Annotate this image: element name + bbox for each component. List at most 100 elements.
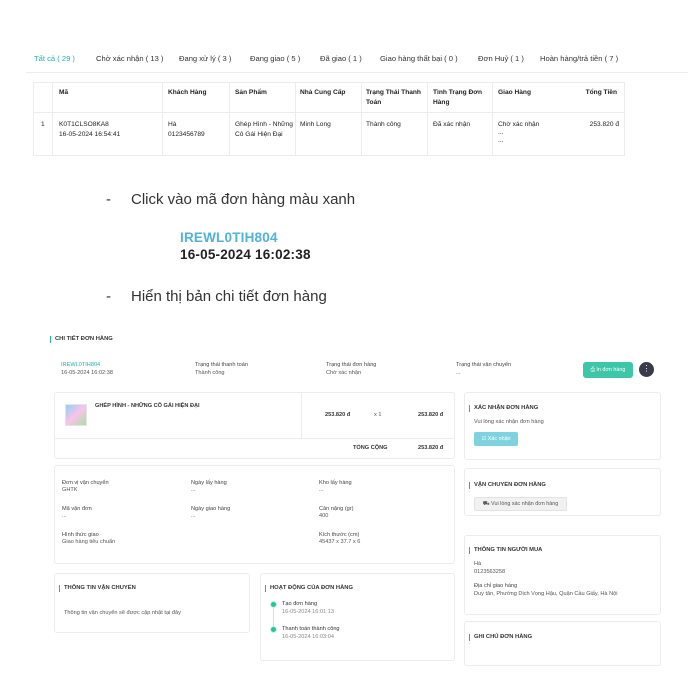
order-note-title: GHI CHÚ ĐƠN HÀNG <box>469 634 532 641</box>
supplier-name: Minh Long <box>300 121 331 128</box>
delivery-date-value: ... <box>191 513 196 519</box>
shipping-method-label: Hình thức giao <box>62 532 99 538</box>
transport-info-card: THÔNG TIN VẬN CHUYỂN Thông tin vận chuyể… <box>54 573 250 633</box>
order-date: 16-05-2024 16:54:41 <box>59 131 121 138</box>
column-header-shipping: Giao Hàng <box>498 89 531 96</box>
line-total: 253.820 đ <box>418 412 444 418</box>
example-order-code: IREWL0TIH804 16-05-2024 16:02:38 <box>180 229 311 263</box>
activity-time: 16-05-2024 16:01:13 <box>282 609 334 615</box>
instruction-step-2: - Hiển thị bản chi tiết đơn hàng <box>106 288 327 305</box>
order-status-value: Chờ xác nhận <box>326 370 362 376</box>
column-header-customer: Khách Hàng <box>168 89 207 96</box>
tab-returned[interactable]: Hoàn hàng/trả tiền ( 7 ) <box>540 54 618 63</box>
confirm-order-hint: Vui lòng xác nhận đơn hàng <box>474 419 544 425</box>
confirm-order-card: XÁC NHẬN ĐƠN HÀNG Vui lòng xác nhận đơn … <box>464 392 661 460</box>
pickup-date-value: ... <box>191 487 196 493</box>
transport-info-title: THÔNG TIN VẬN CHUYỂN <box>59 585 136 592</box>
order-status-label: Trạng thái đơn hàng <box>326 362 377 368</box>
truck-icon: ⛟ <box>482 501 492 507</box>
instruction-step-2-text: Hiển thị bản chi tiết đơn hàng <box>131 288 327 305</box>
delivery-address: Duy tân, Phường Dịch Vọng Hậu, Quận Cầu … <box>474 591 618 597</box>
order-total: 253.820 đ <box>589 121 619 128</box>
instruction-step-1-text: Click vào mã đơn hàng màu xanh <box>131 191 356 208</box>
timeline-dot <box>270 626 277 633</box>
activity-label: Thanh toán thành công <box>282 626 340 632</box>
detail-order-date: 16-05-2024 16:02:38 <box>61 370 113 376</box>
column-header-supplier: Nhà Cung Cấp <box>300 89 346 96</box>
customer-phone: 0123456789 <box>168 131 205 138</box>
tab-all[interactable]: Tất cả ( 29 ) <box>34 54 75 63</box>
tab-pending[interactable]: Chờ xác nhận ( 13 ) <box>96 54 163 63</box>
carrier-value: GHTK <box>62 487 78 493</box>
shipping-status-value: ... <box>456 370 461 376</box>
order-activity-title: HOẠT ĐỘNG CỦA ĐƠN HÀNG <box>265 585 353 592</box>
product-thumbnail <box>65 404 87 426</box>
order-code-link[interactable]: K0T1CLSO8KA8 <box>59 120 109 130</box>
timeline-dot <box>270 601 277 608</box>
delivery-address-label: Địa chỉ giao hàng <box>474 583 518 589</box>
grand-total-label: TỔNG CỘNG <box>353 445 388 451</box>
column-header-order-status: Tình Trạng Đơn Hàng <box>433 89 483 106</box>
tab-delivered[interactable]: Đã giao ( 1 ) <box>320 54 362 63</box>
confirm-order-title: XÁC NHẬN ĐƠN HÀNG <box>469 405 538 412</box>
tab-delivery-failed[interactable]: Giao hàng thất bại ( 0 ) <box>380 54 458 63</box>
more-options-icon[interactable]: ⋮ <box>639 362 654 377</box>
package-size-value: 45437 x 37.7 x 6 <box>319 539 361 545</box>
product-name: Ghép Hình - Những Cô Gái Hiện Đại <box>235 121 293 138</box>
detail-order-code: IREWL0TIH804 <box>61 362 101 368</box>
example-code-date: 16-05-2024 16:02:38 <box>180 247 311 262</box>
delivery-date-label: Ngày giao hàng <box>191 506 231 512</box>
instruction-step-1: - Click vào mã đơn hàng màu xanh <box>106 191 356 208</box>
shipping-status: Chờ xác nhận <box>498 121 540 128</box>
print-order-button[interactable]: ⎙ In đơn hàng <box>583 362 633 378</box>
customer-name: Hà <box>168 121 177 128</box>
tabs-divider <box>26 72 688 73</box>
pickup-date-label: Ngày lấy hàng <box>191 480 227 486</box>
shipping-status-label: Trạng thái vận chuyển <box>456 362 512 368</box>
buyer-info-card: THÔNG TIN NGƯỜI MUA Hà 0123563258 Địa ch… <box>464 535 661 615</box>
activity-label: Tạo đơn hàng <box>282 601 318 607</box>
grand-total: 253.820 đ <box>418 445 444 451</box>
waybill-value: ... <box>62 513 67 519</box>
unit-price: 253.820 đ <box>325 412 351 418</box>
detail-title: CHI TIẾT ĐƠN HÀNG <box>50 336 113 343</box>
order-status: Đã xác nhận <box>433 121 471 128</box>
row-index: 1 <box>41 121 45 128</box>
ship-order-card: VẬN CHUYỂN ĐƠN HÀNG ⛟ Vui lòng xác nhận … <box>464 468 661 516</box>
column-header-product: Sản Phẩm <box>235 89 267 96</box>
warehouse-label: Kho lấy hàng <box>319 480 352 486</box>
payment-status: Thành công <box>366 121 401 128</box>
tab-shipping[interactable]: Đang giao ( 5 ) <box>250 54 300 63</box>
confirm-order-button[interactable]: ☑ Xác nhận <box>474 432 518 446</box>
shipping-extra-2: ... <box>498 137 504 144</box>
transport-info-text: Thông tin vận chuyển sẽ được cập nhật tạ… <box>64 610 181 616</box>
buyer-info-title: THÔNG TIN NGƯỜI MUA <box>469 547 542 554</box>
column-header-payment-status: Trạng Thái Thanh Toán <box>366 89 421 106</box>
shipping-method-value: Giao hàng tiêu chuẩn <box>62 539 116 545</box>
activity-time: 16-05-2024 16:03:04 <box>282 634 334 640</box>
waybill-label: Mã vận đơn <box>62 506 92 512</box>
orders-table: Mã Khách Hàng Sản Phẩm Nhà Cung Cấp Trạn… <box>33 82 625 156</box>
order-detail-panel: CHI TIẾT ĐƠN HÀNG IREWL0TIH804 16-05-202… <box>50 328 676 680</box>
weight-value: 400 <box>319 513 329 519</box>
tab-processing[interactable]: Đang xử lý ( 3 ) <box>179 54 231 63</box>
tab-cancelled[interactable]: Đơn Huỷ ( 1 ) <box>478 54 524 63</box>
buyer-name: Hà <box>474 561 482 567</box>
product-card: GHÉP HÌNH - NHỮNG CÔ GÁI HIỆN ĐẠI 253.82… <box>54 392 455 459</box>
order-activity-card: HOẠT ĐỘNG CỦA ĐƠN HÀNG Tạo đơn hàng 16-0… <box>260 573 455 661</box>
column-header-total: Tổng Tiền <box>585 89 617 96</box>
order-note-card: GHI CHÚ ĐƠN HÀNG <box>464 621 661 666</box>
quantity: x 1 <box>374 412 382 418</box>
product-name: GHÉP HÌNH - NHỮNG CÔ GÁI HIỆN ĐẠI <box>95 403 200 409</box>
order-status-tabs: Tất cả ( 29 ) Chờ xác nhận ( 13 ) Đang x… <box>34 54 688 68</box>
package-size-label: Kích thước (cm) <box>319 532 360 538</box>
example-code-link[interactable]: IREWL0TIH804 <box>180 229 311 246</box>
payment-status-label: Trạng thái thanh toán <box>195 362 248 368</box>
payment-status-value: Thành công <box>195 370 225 376</box>
buyer-phone: 0123563258 <box>474 569 506 575</box>
column-header-code: Mã <box>59 89 69 96</box>
carrier-label: Đơn vị vận chuyển <box>62 480 109 486</box>
shipping-info-card: Đơn vị vận chuyển GHTK Ngày lấy hàng ...… <box>54 465 455 564</box>
weight-label: Cân nặng (gr) <box>319 506 354 512</box>
warehouse-value: ... <box>319 487 324 493</box>
